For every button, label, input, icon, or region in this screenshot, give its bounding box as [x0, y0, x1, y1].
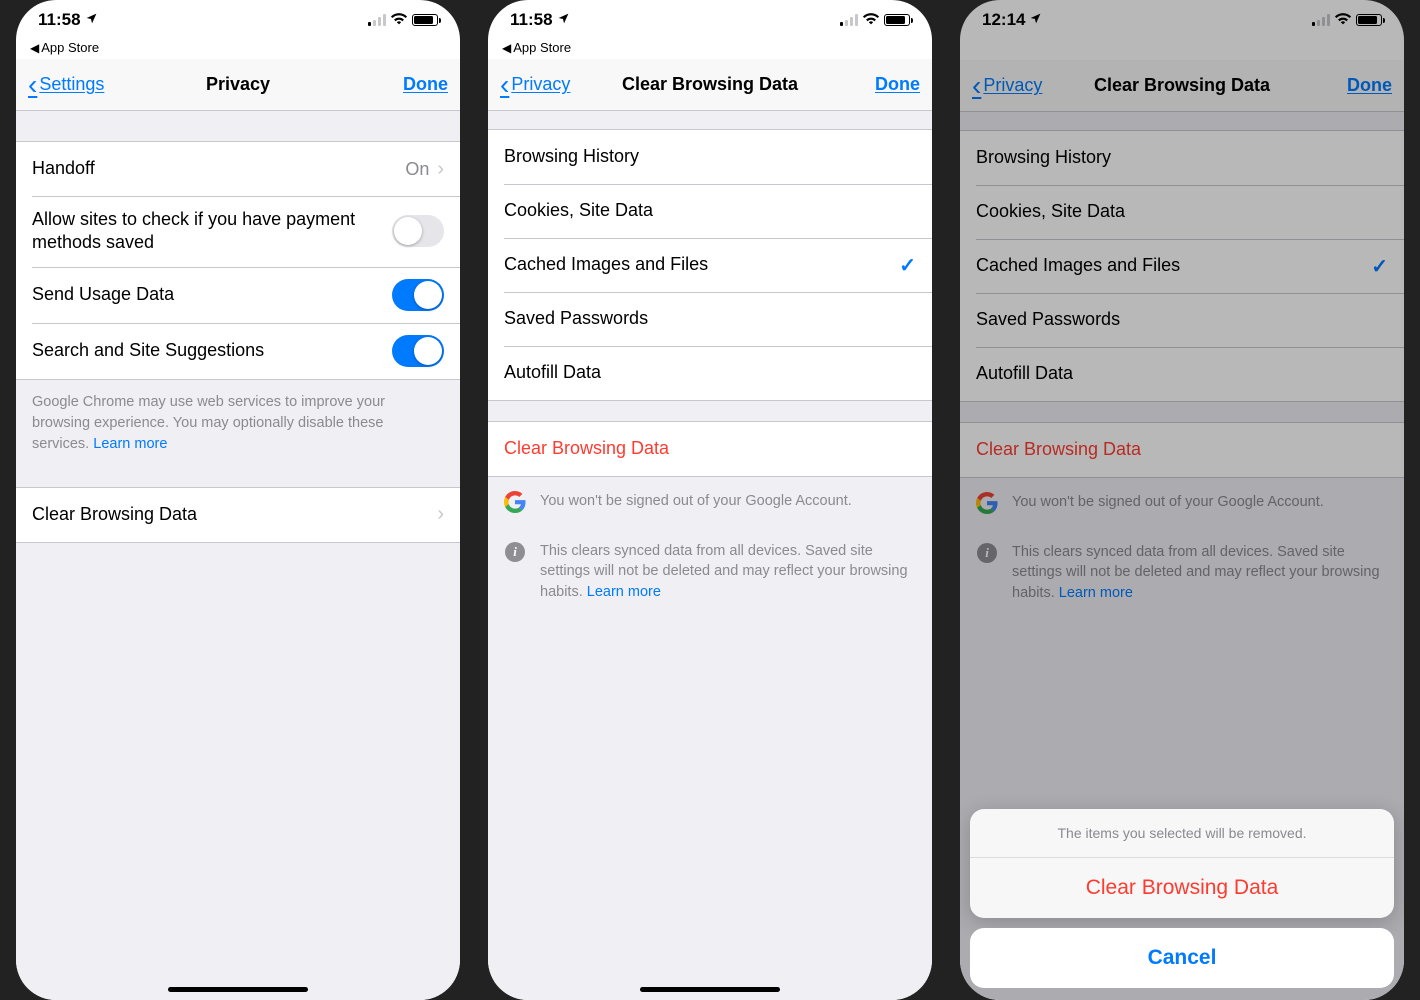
clear-action-label: Clear Browsing Data: [504, 437, 916, 460]
payment-label: Allow sites to check if you have payment…: [32, 208, 392, 255]
wifi-icon: [862, 12, 880, 29]
sheet-message: The items you selected will be removed.: [970, 809, 1394, 858]
content-area: Browsing History Cookies, Site Data Cach…: [488, 111, 932, 1000]
breadcrumb-label: App Store: [41, 40, 99, 55]
wifi-icon: [390, 12, 408, 29]
checkmark-icon: ✓: [899, 253, 916, 278]
item-label: Browsing History: [504, 145, 916, 168]
sync-info-note: i This clears synced data from all devic…: [488, 527, 932, 616]
chevron-right-icon: ›: [437, 503, 444, 526]
chevron-left-icon: ‹: [500, 69, 509, 101]
settings-group-2: Clear Browsing Data ›: [16, 487, 460, 543]
search-suggestions-row[interactable]: Search and Site Suggestions: [16, 323, 460, 379]
cell-signal-icon: [840, 14, 858, 26]
back-button[interactable]: ‹ Privacy: [500, 69, 570, 101]
payment-toggle[interactable]: [392, 215, 444, 247]
app-breadcrumb[interactable]: ◀ App Store: [16, 40, 460, 59]
chevron-left-icon: ‹: [28, 69, 37, 101]
handoff-row[interactable]: Handoff On ›: [16, 142, 460, 196]
app-breadcrumb[interactable]: ◀ App Store: [488, 40, 932, 59]
item-label: Saved Passwords: [504, 307, 916, 330]
back-triangle-icon: ◀: [502, 41, 511, 55]
back-label: Privacy: [511, 74, 570, 95]
clear-row-label: Clear Browsing Data: [32, 503, 437, 526]
autofill-row[interactable]: Autofill Data: [488, 346, 932, 400]
data-types-group: Browsing History Cookies, Site Data Cach…: [488, 129, 932, 401]
payment-check-row[interactable]: Allow sites to check if you have payment…: [16, 196, 460, 267]
chevron-right-icon: ›: [437, 158, 444, 181]
saved-passwords-row[interactable]: Saved Passwords: [488, 292, 932, 346]
action-group: Clear Browsing Data: [488, 421, 932, 477]
google-icon: [504, 491, 526, 513]
google-note-text: You won't be signed out of your Google A…: [540, 491, 852, 511]
usage-data-row[interactable]: Send Usage Data: [16, 267, 460, 323]
info-note-text: This clears synced data from all devices…: [540, 541, 916, 602]
suggestions-toggle[interactable]: [392, 335, 444, 367]
battery-icon: [412, 14, 438, 26]
phone-clear-data: 11:58 ◀ App Store ‹ Privacy Clear Browsi…: [488, 0, 932, 1000]
location-icon: [557, 10, 570, 30]
usage-toggle[interactable]: [392, 279, 444, 311]
browsing-history-row[interactable]: Browsing History: [488, 130, 932, 184]
status-time: 11:58: [510, 10, 553, 30]
status-time: 11:58: [38, 10, 81, 30]
content-area: Handoff On › Allow sites to check if you…: [16, 111, 460, 1000]
action-sheet: The items you selected will be removed. …: [970, 809, 1394, 988]
battery-icon: [884, 14, 910, 26]
nav-bar: ‹ Settings Privacy Done: [16, 59, 460, 111]
location-icon: [85, 10, 98, 30]
handoff-label: Handoff: [32, 157, 405, 180]
item-label: Cookies, Site Data: [504, 199, 916, 222]
action-sheet-card: The items you selected will be removed. …: [970, 809, 1394, 918]
cell-signal-icon: [368, 14, 386, 26]
clear-browsing-data-row[interactable]: Clear Browsing Data ›: [16, 488, 460, 542]
footer-text: Google Chrome may use web services to im…: [32, 394, 385, 452]
phone-confirm-sheet: 12:14 ‹ Privacy Clear Browsing Data Done…: [960, 0, 1404, 1000]
status-bar: 11:58: [16, 0, 460, 40]
cancel-button[interactable]: Cancel: [970, 928, 1394, 988]
done-button[interactable]: Done: [875, 74, 920, 95]
done-button[interactable]: Done: [403, 74, 448, 95]
learn-more-link[interactable]: Learn more: [93, 436, 167, 452]
cookies-row[interactable]: Cookies, Site Data: [488, 184, 932, 238]
phone-privacy: 11:58 ◀ App Store ‹ Settings Privacy Don…: [16, 0, 460, 1000]
cached-images-row[interactable]: Cached Images and Files ✓: [488, 238, 932, 292]
suggestions-label: Search and Site Suggestions: [32, 339, 392, 362]
breadcrumb-label: App Store: [513, 40, 571, 55]
back-button[interactable]: ‹ Settings: [28, 69, 104, 101]
item-label: Autofill Data: [504, 361, 916, 384]
google-account-note: You won't be signed out of your Google A…: [488, 477, 932, 527]
back-label: Settings: [39, 74, 104, 95]
clear-action-row[interactable]: Clear Browsing Data: [488, 422, 932, 476]
learn-more-link[interactable]: Learn more: [587, 584, 661, 600]
status-bar: 11:58: [488, 0, 932, 40]
services-footer: Google Chrome may use web services to im…: [16, 380, 460, 467]
settings-group-1: Handoff On › Allow sites to check if you…: [16, 141, 460, 380]
info-icon: i: [504, 541, 526, 563]
item-label: Cached Images and Files: [504, 253, 899, 276]
handoff-value: On: [405, 159, 429, 180]
usage-label: Send Usage Data: [32, 283, 392, 306]
home-indicator[interactable]: [640, 987, 780, 992]
nav-bar: ‹ Privacy Clear Browsing Data Done: [488, 59, 932, 111]
confirm-clear-button[interactable]: Clear Browsing Data: [970, 858, 1394, 918]
back-triangle-icon: ◀: [30, 41, 39, 55]
home-indicator[interactable]: [168, 987, 308, 992]
